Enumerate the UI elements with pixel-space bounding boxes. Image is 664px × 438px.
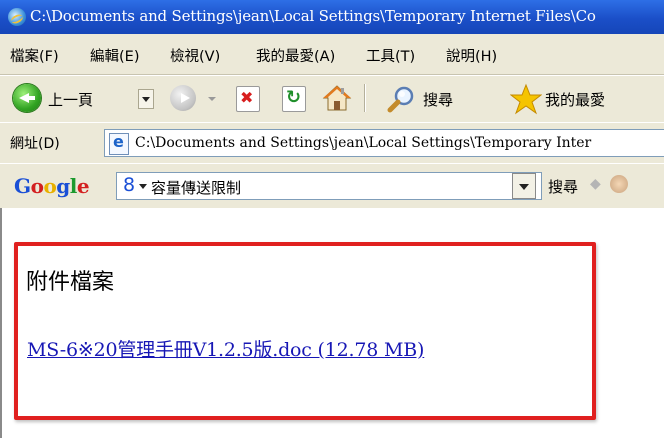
- back-button-label: 上一頁: [48, 91, 94, 109]
- menu-view[interactable]: 檢視(V): [170, 45, 220, 66]
- refresh-icon[interactable]: [282, 86, 306, 112]
- menu-tools[interactable]: 工具(T): [366, 45, 415, 66]
- address-input[interactable]: C:\Documents and Settings\jean\Local Set…: [104, 129, 664, 157]
- internet-explorer-icon: [8, 8, 26, 26]
- chevron-icon[interactable]: ◆: [590, 177, 601, 191]
- google-logo-letter: l: [69, 174, 78, 198]
- favorites-star-icon[interactable]: [510, 83, 542, 115]
- menu-file[interactable]: 檔案(F): [10, 45, 59, 66]
- google-logo-letter: o: [30, 174, 44, 198]
- stop-icon[interactable]: [236, 86, 260, 112]
- window-title: C:\Documents and Settings\jean\Local Set…: [30, 7, 596, 25]
- attachment-heading: 附件檔案: [26, 270, 115, 295]
- back-arrow-icon: [13, 84, 41, 112]
- standard-toolbar: 上一頁 搜尋 我的最愛: [0, 75, 664, 123]
- home-icon[interactable]: [322, 83, 352, 113]
- address-url: C:\Documents and Settings\jean\Local Set…: [135, 135, 592, 151]
- google-logo-letter: e: [76, 174, 90, 198]
- caret-down-icon[interactable]: [139, 184, 147, 189]
- window-titlebar: C:\Documents and Settings\jean\Local Set…: [0, 0, 664, 34]
- google-search-button[interactable]: 搜尋: [548, 176, 578, 197]
- search-history-dropdown[interactable]: [512, 173, 536, 199]
- google-logo-letter: o: [43, 174, 57, 198]
- back-history-dropdown[interactable]: [138, 89, 154, 109]
- menu-bar: 檔案(F) 編輯(E) 檢視(V) 我的最愛(A) 工具(T) 說明(H): [0, 34, 664, 75]
- google-search-value: 容量傳送限制: [151, 179, 242, 197]
- google-logo-letter: g: [56, 174, 70, 198]
- google-toolbar: Google 8 容量傳送限制 搜尋 ◆: [0, 163, 664, 209]
- ie-page-icon: [109, 132, 129, 155]
- forward-history-dropdown[interactable]: [208, 97, 216, 101]
- google-logo-letter: G: [14, 174, 31, 198]
- google-search-input[interactable]: 8 容量傳送限制: [116, 172, 542, 200]
- menu-help[interactable]: 說明(H): [446, 45, 497, 66]
- favorites-button-label[interactable]: 我的最愛: [545, 89, 605, 110]
- back-button[interactable]: 上一頁: [0, 76, 110, 120]
- search-button-label[interactable]: 搜尋: [423, 89, 453, 110]
- toolbar-extra-icon[interactable]: [610, 175, 628, 193]
- google-g-icon: 8: [123, 174, 136, 196]
- menu-edit[interactable]: 編輯(E): [90, 45, 139, 66]
- attachment-file-link[interactable]: MS-6※20管理手冊V1.2.5版.doc (12.78 MB): [27, 335, 424, 362]
- address-label: 網址(D): [10, 136, 60, 152]
- menu-favorites[interactable]: 我的最愛(A): [256, 45, 335, 66]
- google-logo[interactable]: Google: [14, 174, 90, 198]
- toolbar-separator: [364, 84, 365, 112]
- forward-arrow-icon[interactable]: [170, 85, 196, 111]
- address-bar: 網址(D) C:\Documents and Settings\jean\Loc…: [0, 122, 664, 164]
- search-icon[interactable]: [387, 84, 417, 114]
